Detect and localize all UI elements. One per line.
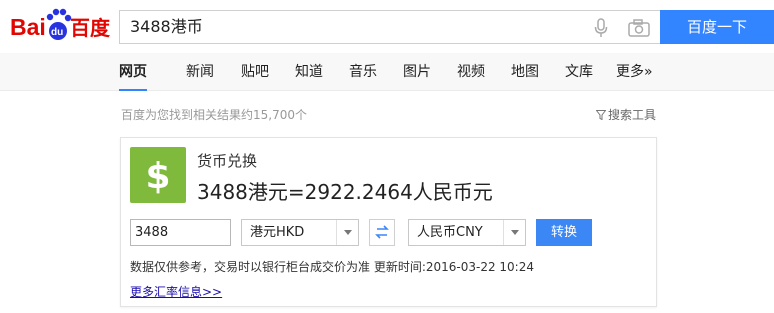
from-currency-value: 港元HKD: [250, 225, 305, 240]
tab-music[interactable]: 音乐: [349, 53, 377, 91]
conversion-result: 3488港元=2922.2464人民币元: [197, 180, 493, 204]
tab-zhidao[interactable]: 知道: [295, 53, 323, 91]
search-tools-label: 搜索工具: [608, 108, 657, 122]
tab-images[interactable]: 图片: [403, 53, 431, 91]
baidu-paw-icon: du: [46, 8, 72, 40]
from-currency-select[interactable]: 港元HKD: [241, 219, 359, 246]
tab-bar: 网页 新闻 贴吧 知道 音乐 图片 视频 地图 文库 更多»: [0, 53, 774, 91]
to-currency-value: 人民币CNY: [417, 225, 483, 240]
tab-tieba[interactable]: 贴吧: [241, 53, 269, 91]
baidu-logo[interactable]: Bai du 百度: [10, 5, 114, 45]
amount-input[interactable]: 3488: [130, 219, 231, 246]
result-count: 百度为您找到相关结果约15,700个: [121, 108, 307, 122]
svg-text:$: $: [145, 156, 170, 197]
currency-converter-card: $ 货币兑换 3488港元=2922.2464人民币元 3488 港元HKD 人…: [120, 137, 657, 307]
tab-web[interactable]: 网页: [119, 53, 147, 91]
microphone-icon[interactable]: [594, 18, 608, 38]
swap-currencies-button[interactable]: [369, 219, 395, 246]
header: Bai du 百度 百度一下: [0, 0, 774, 52]
svg-text:du: du: [51, 27, 63, 38]
converter-title: 货币兑换: [197, 152, 258, 170]
to-currency-select[interactable]: 人民币CNY: [408, 219, 526, 246]
search-tools-button[interactable]: 搜索工具: [596, 106, 656, 123]
camera-icon[interactable]: [628, 19, 650, 37]
more-rates-link[interactable]: 更多汇率信息>>: [130, 283, 222, 300]
convert-button[interactable]: 转换: [536, 219, 592, 246]
dollar-icon: $: [130, 147, 186, 203]
swap-icon: [375, 225, 389, 239]
tab-news[interactable]: 新闻: [186, 53, 214, 91]
tab-video[interactable]: 视频: [457, 53, 485, 91]
search-button[interactable]: 百度一下: [660, 10, 774, 44]
chevron-down-icon: [336, 220, 358, 245]
svg-text:Bai: Bai: [10, 14, 46, 40]
funnel-icon: [596, 110, 606, 120]
chevron-down-icon: [503, 220, 525, 245]
tab-wenku[interactable]: 文库: [565, 53, 593, 91]
disclaimer-text: 数据仅供参考，交易时以银行柜台成交价为准 更新时间:2016-03-22 10:…: [130, 260, 534, 274]
search-box: [119, 10, 660, 44]
tab-label: 网页: [119, 64, 147, 80]
tab-more[interactable]: 更多»: [616, 53, 653, 91]
svg-text:百度: 百度: [70, 16, 111, 40]
search-input[interactable]: [130, 11, 570, 43]
tab-map[interactable]: 地图: [511, 53, 539, 91]
active-tab-indicator: [119, 89, 147, 91]
